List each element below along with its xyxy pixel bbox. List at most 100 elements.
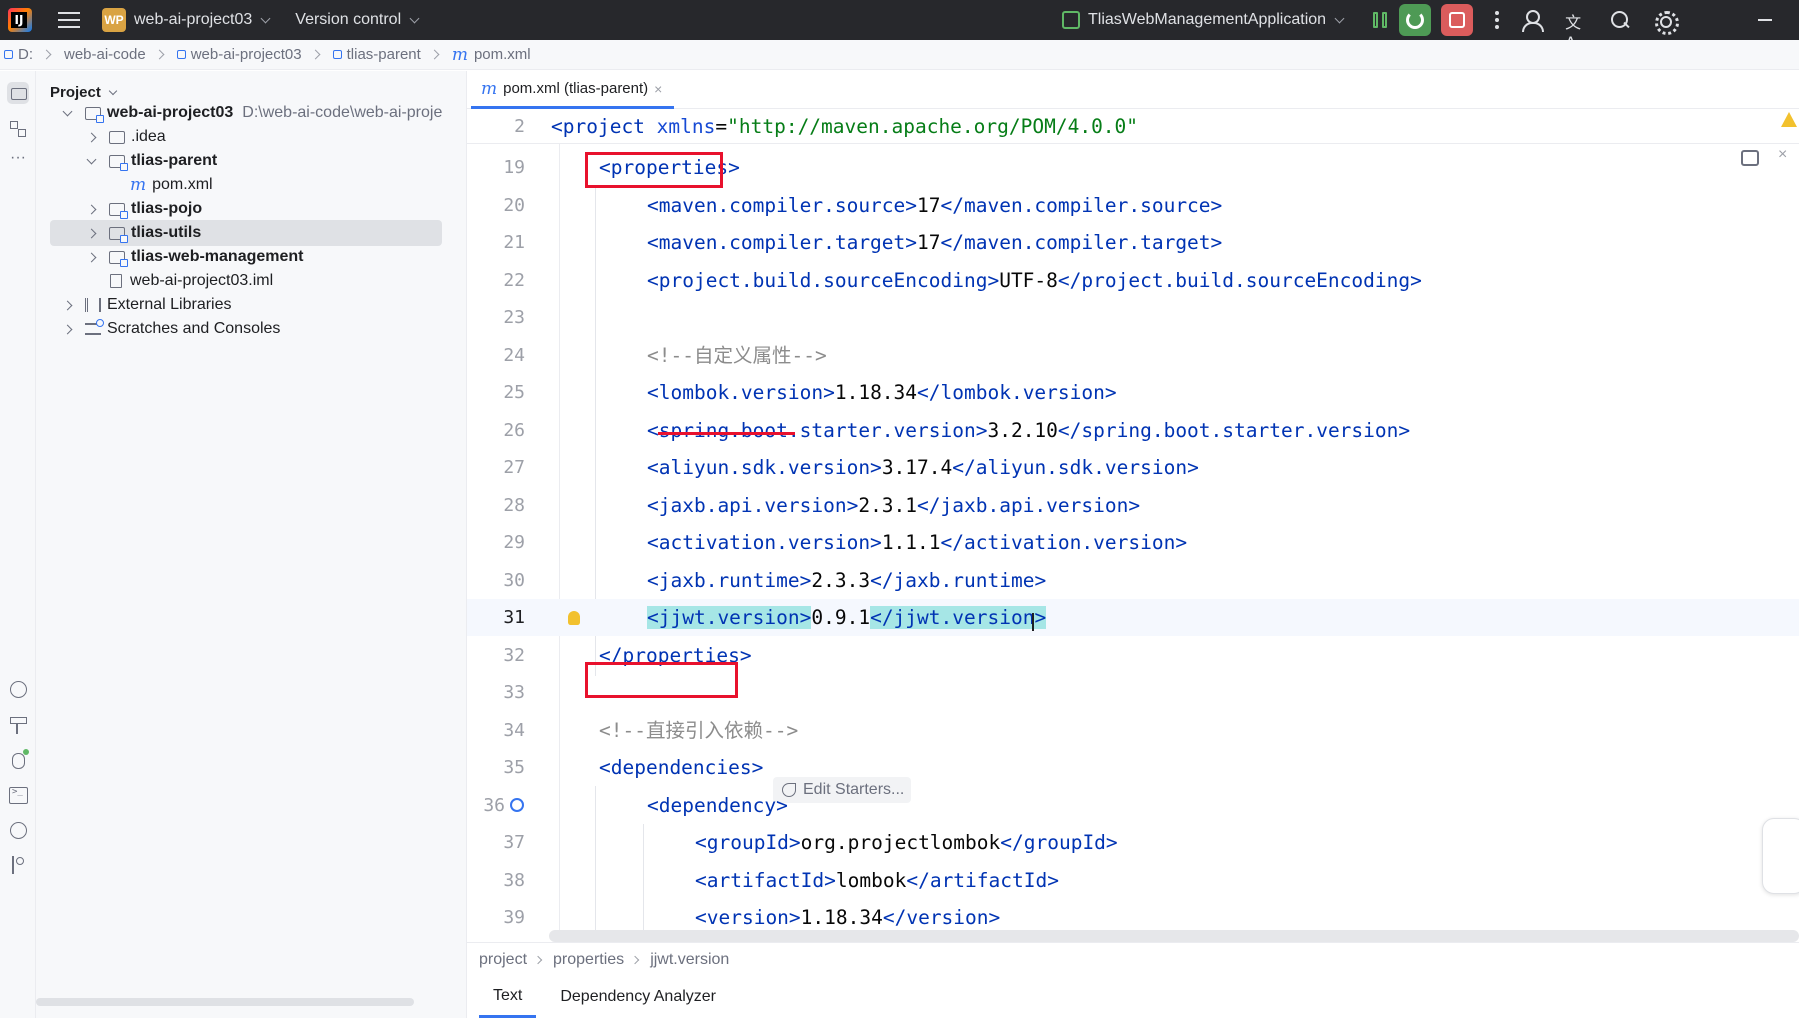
bottom-editor-tabs: Text Dependency Analyzer — [467, 976, 1799, 1018]
tree-item-tlias-parent[interactable]: tlias-parent — [50, 148, 450, 174]
code-line[interactable]: 38 <artifactId>lombok</artifactId> — [467, 862, 1799, 899]
tree-item-tlias-utils[interactable]: tlias-utils — [50, 220, 442, 246]
editor-crumb-properties[interactable]: properties — [553, 951, 624, 969]
settings-gear-icon[interactable] — [1653, 9, 1680, 35]
code-line[interactable]: 29 <activation.version>1.1.1</activation… — [467, 524, 1799, 561]
collapse-arrow-icon[interactable] — [62, 324, 73, 334]
tree-item-iml-file[interactable]: web-ai-project03.iml — [50, 268, 450, 294]
project-switcher[interactable]: WP web-ai-project03 — [102, 8, 271, 32]
tree-item-pom-xml[interactable]: m pom.xml — [50, 172, 450, 198]
problems-tool-icon[interactable] — [7, 819, 29, 841]
stop-icon — [1449, 12, 1466, 28]
rerun-button[interactable] — [1399, 4, 1432, 36]
tree-item-external-libraries[interactable]: External Libraries — [50, 292, 450, 318]
close-popup-icon[interactable]: × — [1778, 146, 1787, 164]
stop-button[interactable] — [1441, 4, 1474, 36]
structure-tool-icon[interactable] — [7, 118, 29, 140]
breadcrumb-drive[interactable]: D: — [4, 46, 33, 63]
load-maven-changes-icon[interactable] — [1741, 150, 1759, 166]
code-line[interactable]: 23 — [467, 299, 1799, 336]
line-number: 29 — [503, 532, 525, 553]
breadcrumb-project[interactable]: web-ai-project03 — [176, 46, 302, 63]
code-line[interactable]: 37 <groupId>org.projectlombok</groupId> — [467, 824, 1799, 861]
search-icon[interactable] — [1609, 9, 1631, 31]
breadcrumb-web-ai-code[interactable]: web-ai-code — [64, 46, 146, 63]
tree-item-tlias-web-management[interactable]: tlias-web-management — [50, 244, 450, 270]
minimize-window-icon[interactable] — [1758, 19, 1772, 21]
annotation-box-properties-open — [585, 152, 723, 188]
translate-icon[interactable]: 文A — [1565, 9, 1587, 52]
intention-bulb-icon[interactable] — [568, 611, 580, 625]
collapse-arrow-icon[interactable] — [62, 300, 73, 310]
tree-item-web-ai-project03[interactable]: web-ai-project03 D:\web-ai-code\web-ai-p… — [50, 100, 450, 126]
code-line[interactable]: 21 <maven.compiler.target>17</maven.comp… — [467, 224, 1799, 261]
breadcrumb-pom-xml[interactable]: m pom.xml — [452, 45, 531, 65]
tab-pom-xml[interactable]: m pom.xml (tlias-parent) × — [471, 71, 675, 109]
editor-crumb-jjwt-version[interactable]: jjwt.version — [650, 951, 729, 969]
more-actions-icon[interactable] — [1495, 11, 1500, 29]
version-control-menu[interactable]: Version control — [295, 11, 420, 29]
code-line[interactable]: 34 <!--直接引入依赖--> — [467, 712, 1799, 749]
code-line[interactable]: 22 <project.build.sourceEncoding>UTF-8</… — [467, 262, 1799, 299]
code-with-me-icon[interactable] — [1521, 9, 1545, 32]
warning-icon[interactable] — [1781, 112, 1797, 127]
editor-crumb-project[interactable]: project — [479, 951, 527, 969]
tree-item-tlias-pojo[interactable]: tlias-pojo — [50, 196, 450, 222]
expand-arrow-icon[interactable] — [62, 106, 73, 116]
terminal-tool-icon[interactable] — [7, 784, 29, 806]
module-folder-icon — [109, 250, 128, 267]
code-editor[interactable]: 2 <project xmlns="http://maven.apache.or… — [467, 110, 1799, 942]
floating-edge-widget[interactable] — [1762, 818, 1799, 894]
dependency-gutter-icon[interactable] — [510, 798, 524, 812]
code-line[interactable]: 25 <lombok.version>1.18.34</lombok.versi… — [467, 374, 1799, 411]
navigation-breadcrumb: D: web-ai-code web-ai-project03 tlias-pa… — [0, 40, 1799, 70]
chevron-right-icon — [533, 955, 543, 964]
debug-pause-icon[interactable] — [1373, 12, 1389, 28]
project-panel-title[interactable]: Project — [50, 84, 118, 101]
code-line[interactable]: 27 <aliyun.sdk.version>3.17.4</aliyun.sd… — [467, 449, 1799, 486]
code-line[interactable]: 20 <maven.compiler.source>17</maven.comp… — [467, 187, 1799, 224]
collapse-arrow-icon[interactable] — [86, 228, 97, 238]
code-line[interactable]: 28 <jaxb.api.version>2.3.1</jaxb.api.ver… — [467, 487, 1799, 524]
tab-dependency-analyzer[interactable]: Dependency Analyzer — [546, 976, 730, 1018]
line-number: 20 — [503, 195, 525, 216]
annotation-underline-lombok — [658, 432, 795, 435]
collapse-arrow-icon[interactable] — [86, 204, 97, 214]
collapse-arrow-icon[interactable] — [86, 252, 97, 262]
code-line[interactable]: 26 <spring.boot.starter.version>3.2.10</… — [467, 412, 1799, 449]
code-line[interactable]: 24 <!--自定义属性--> — [467, 337, 1799, 374]
expand-arrow-icon[interactable] — [86, 154, 97, 164]
editor-horizontal-scrollbar[interactable] — [549, 930, 1799, 942]
services-tool-icon[interactable] — [7, 678, 29, 700]
line-number: 26 — [503, 420, 525, 441]
git-tool-icon[interactable] — [7, 854, 29, 876]
tree-item-scratches[interactable]: Scratches and Consoles — [50, 316, 450, 342]
code-line[interactable]: 35 <dependencies> — [467, 749, 1799, 786]
chevron-down-icon — [260, 13, 271, 23]
close-tab-icon[interactable]: × — [654, 81, 662, 97]
breadcrumb-tlias-parent[interactable]: tlias-parent — [332, 46, 421, 63]
chevron-right-icon — [41, 49, 52, 60]
line-number: 39 — [503, 907, 525, 928]
project-tool-icon[interactable] — [7, 82, 29, 104]
sticky-scroll-header[interactable]: 2 <project xmlns="http://maven.apache.or… — [467, 110, 1799, 144]
collapse-arrow-icon[interactable] — [86, 132, 97, 142]
tree-item-idea[interactable]: .idea — [50, 124, 450, 150]
intellij-logo-icon[interactable] — [8, 8, 32, 32]
comment-custom-properties: <!--自定义属性--> — [647, 344, 827, 367]
module-folder-icon — [109, 202, 128, 219]
line-number: 28 — [503, 495, 525, 516]
chevron-right-icon — [154, 49, 165, 60]
project-badge: WP — [102, 8, 126, 32]
tab-text[interactable]: Text — [479, 976, 537, 1018]
project-panel-scrollbar[interactable] — [36, 998, 414, 1006]
run-configuration-selector[interactable]: TliasWebManagementApplication — [1062, 11, 1345, 29]
build-tool-icon[interactable] — [7, 714, 29, 736]
debug-tool-icon[interactable] — [7, 749, 29, 771]
code-line[interactable]: 30 <jaxb.runtime>2.3.3</jaxb.runtime> — [467, 562, 1799, 599]
more-tools-icon[interactable]: ··· — [7, 150, 29, 173]
code-line-current[interactable]: 31 <jjwt.version>0.9.1</jjwt.version> — [467, 599, 1799, 636]
sticky-code: <project xmlns="http://maven.apache.org/… — [551, 115, 1139, 138]
main-menu-icon[interactable] — [58, 12, 80, 28]
code-line[interactable]: 36 <dependency> — [467, 787, 1799, 824]
